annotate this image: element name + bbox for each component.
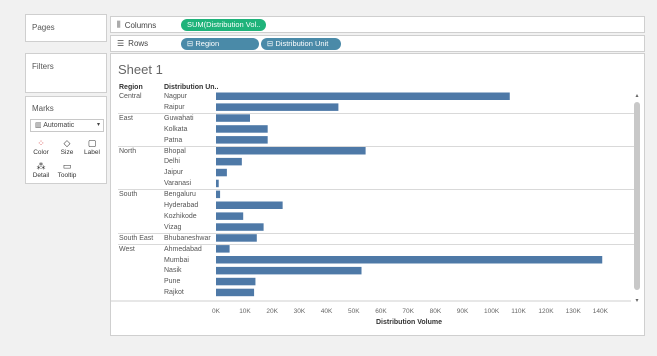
columns-shelf[interactable]: ⫼ Columns SUM(Distribution Vol.. (110, 16, 645, 33)
bar-varanasi[interactable] (216, 179, 219, 188)
label-label: Label (84, 149, 100, 156)
x-tick-label: 140K (592, 308, 608, 315)
detail-button[interactable]: ⁂ Detail (30, 161, 52, 183)
pages-title: Pages (32, 23, 55, 32)
rows-shelf[interactable]: ☰ Rows ⊟ Region ⊟ Distribution Unit (110, 35, 645, 52)
x-tick-label: 70K (402, 308, 414, 315)
tooltip-button[interactable]: ▭ Tooltip (56, 161, 78, 183)
columns-label: Columns (124, 20, 157, 30)
bar-guwahati[interactable] (216, 114, 250, 122)
size-label: Size (60, 149, 74, 156)
x-tick-label: 120K (538, 308, 554, 315)
bar-delhi[interactable] (216, 157, 242, 166)
columns-pill[interactable]: SUM(Distribution Vol.. (181, 19, 267, 31)
x-tick-label: 60K (375, 308, 387, 315)
size-icon: ◇ (63, 138, 71, 148)
label-button[interactable]: ▢ Label (81, 138, 103, 160)
tooltip-icon: ▭ (62, 161, 72, 171)
x-tick-label: 80K (429, 308, 442, 315)
bar-raipur[interactable] (216, 103, 339, 111)
bar-nagpur[interactable] (216, 92, 510, 101)
scroll-up-icon[interactable]: ▴ (633, 92, 641, 99)
detail-label: Detail (32, 172, 50, 179)
marks-type-dropdown[interactable]: ▥ Automatic ▾ (30, 119, 104, 132)
label-icon: ▢ (87, 138, 97, 148)
color-label: Color (33, 149, 49, 156)
x-tick-label: 110K (511, 308, 526, 315)
x-tick-label: 20K (266, 308, 278, 315)
filters-card[interactable]: Filters (25, 53, 107, 93)
x-tick-label: 10K (239, 308, 251, 315)
columns-shelf-label: ⫼ Columns (117, 20, 156, 30)
x-tick-label: 100K (484, 308, 500, 315)
x-tick-label: 0K (212, 308, 220, 315)
pages-card[interactable]: Pages (25, 14, 107, 42)
rows-pill-unit-label: Distribution Unit (275, 39, 329, 48)
bar-kozhikode[interactable] (216, 212, 244, 220)
rows-pill-region-label: Region (195, 39, 220, 48)
bar-ahmedabad[interactable] (216, 245, 230, 253)
x-tick-label: 50K (348, 308, 360, 315)
rows-icon: ☰ (117, 39, 125, 48)
bar-hyderabad[interactable] (216, 201, 283, 210)
marks-type-value: Automatic (43, 122, 75, 129)
bar-nasik[interactable] (216, 266, 362, 275)
bar-chart (111, 92, 631, 302)
x-tick-label: 130K (565, 308, 581, 315)
x-axis-title: Distribution Volume (376, 319, 442, 326)
bar-chart-icon: ▥ (35, 122, 42, 129)
columns-icon: ⫼ (117, 20, 121, 29)
bar-mumbai[interactable] (216, 256, 603, 264)
tooltip-label: Tooltip (57, 172, 77, 179)
bar-bengaluru[interactable] (216, 190, 221, 199)
filters-title: Filters (32, 62, 54, 71)
rows-pill-region[interactable]: ⊟ Region (181, 38, 259, 50)
sheet-view: Sheet 1 Region Distribution Un.. Central… (110, 53, 645, 336)
bar-bhubaneshwar[interactable] (216, 234, 257, 242)
size-button[interactable]: ◇ Size (56, 138, 78, 160)
bar-patna[interactable] (216, 136, 268, 144)
bar-jaipur[interactable] (216, 168, 227, 177)
vertical-scrollbar[interactable]: ▴ ▾ (633, 92, 641, 304)
x-tick-label: 90K (456, 308, 469, 315)
marks-title: Marks (32, 104, 54, 113)
bar-vizag[interactable] (216, 223, 264, 231)
x-tick-label: 40K (320, 308, 333, 315)
scroll-thumb[interactable] (634, 102, 640, 290)
bar-pune[interactable] (216, 277, 256, 286)
chevron-down-icon: ▾ (96, 122, 100, 128)
color-button[interactable]: ⁘ Color (30, 138, 52, 160)
detail-icon: ⁂ (36, 161, 46, 171)
marks-card: Marks ▥ Automatic ▾ ⁘ Color ◇ Size ▢ Lab… (25, 96, 107, 184)
scroll-down-icon[interactable]: ▾ (633, 297, 641, 304)
bar-rajkot[interactable] (216, 288, 255, 297)
bar-kolkata[interactable] (216, 125, 268, 133)
rows-label: Rows (128, 39, 149, 48)
x-tick-label: 30K (293, 308, 306, 315)
bar-bhopal[interactable] (216, 147, 366, 155)
color-icon: ⁘ (37, 138, 45, 148)
rows-pill-distribution-unit[interactable]: ⊟ Distribution Unit (261, 38, 341, 50)
rows-shelf-label: ☰ Rows (117, 39, 148, 48)
